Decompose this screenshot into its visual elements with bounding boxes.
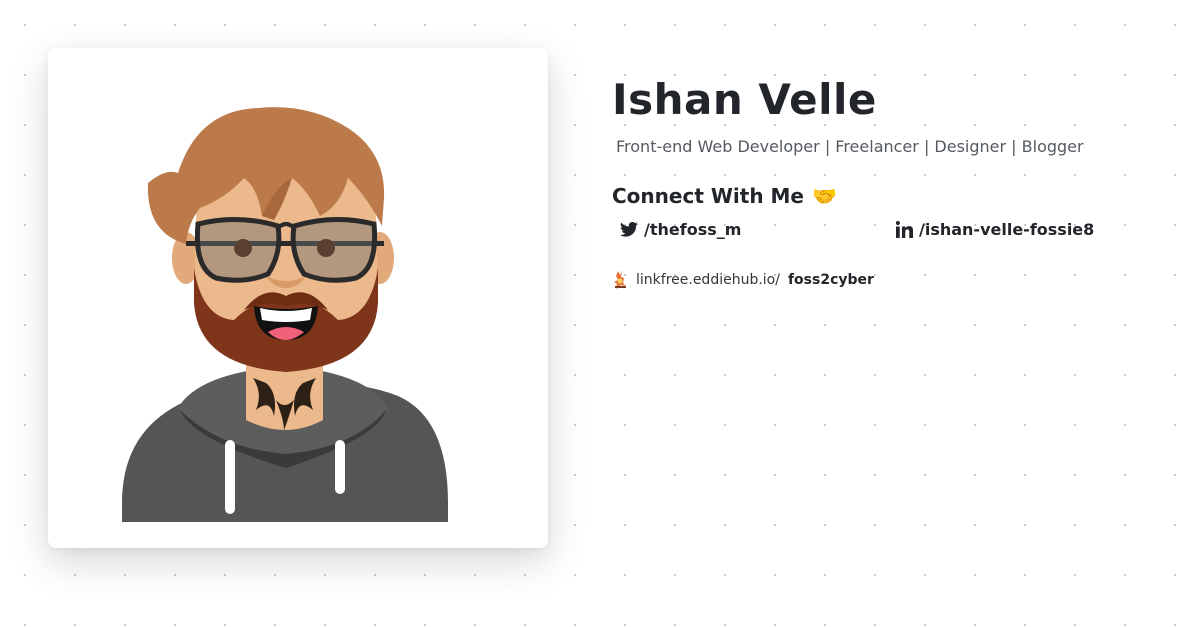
connect-heading: Connect With Me 🤝 bbox=[612, 182, 1172, 210]
profile-name: Ishan Velle bbox=[612, 75, 877, 124]
profile-info: Ishan Velle Front-end Web Developer | Fr… bbox=[612, 72, 1172, 290]
linkfree-username: foss2cyber bbox=[787, 272, 874, 288]
profile-tagline: Front-end Web Developer | Freelancer | D… bbox=[616, 137, 1084, 156]
connect-heading-label: Connect With Me bbox=[612, 184, 804, 208]
linkfree-icon bbox=[614, 271, 626, 289]
handshake-icon: 🤝 bbox=[811, 184, 837, 208]
linkfree-url-prefix: linkfree.eddiehub.io/ bbox=[636, 272, 780, 288]
linkedin-link[interactable]: /ishan-velle-fossie8 bbox=[896, 220, 1094, 239]
linkedin-handle: /ishan-velle-fossie8 bbox=[919, 220, 1095, 239]
avatar-card bbox=[48, 48, 548, 548]
linkedin-icon bbox=[896, 221, 913, 238]
social-links: /thefoss_m /ishan-velle-fossie8 bbox=[612, 220, 1172, 250]
avatar bbox=[122, 107, 448, 522]
twitter-link[interactable]: /thefoss_m bbox=[620, 220, 741, 239]
twitter-icon bbox=[620, 222, 638, 237]
linkfree-link[interactable]: linkfree.eddiehub.io/ foss2cyber bbox=[612, 270, 1172, 290]
twitter-handle: /thefoss_m bbox=[644, 220, 742, 239]
